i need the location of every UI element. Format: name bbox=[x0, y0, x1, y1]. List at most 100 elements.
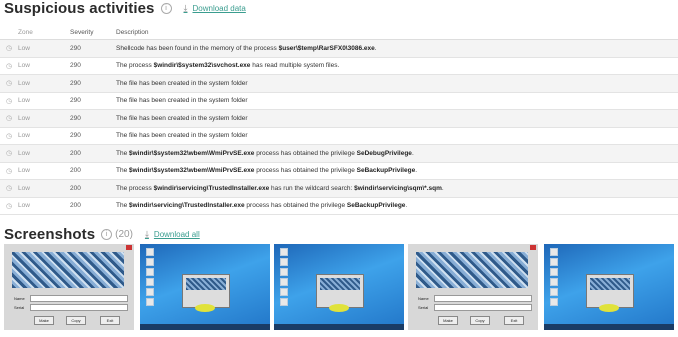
table-row[interactable]: ◷ Low 290 The file has been created in the … bbox=[0, 109, 678, 128]
app-input-field bbox=[30, 295, 128, 302]
row-expand-cell[interactable]: ◷ bbox=[0, 162, 18, 180]
table-row[interactable]: ◷ Low 200 The $windir\$system32\wbem\WmiPrv… bbox=[0, 162, 678, 180]
app-button: Make bbox=[34, 316, 54, 325]
desktop-graphic bbox=[599, 304, 619, 312]
desktop-file-icon bbox=[146, 248, 154, 256]
taskbar bbox=[274, 324, 404, 330]
description-highlight: $windir\$system32\wbem\WmiPrvSE.exe bbox=[129, 149, 255, 157]
zone-cell: Low bbox=[18, 144, 70, 163]
description-text: The process bbox=[116, 62, 154, 70]
clock-icon[interactable]: ◷ bbox=[6, 150, 12, 157]
app-button: Make bbox=[438, 316, 458, 325]
severity-cell: 290 bbox=[70, 127, 116, 145]
table-header-row: Zone Severity Description bbox=[0, 26, 678, 40]
clock-icon[interactable]: ◷ bbox=[6, 63, 12, 70]
clock-icon[interactable]: ◷ bbox=[6, 98, 12, 105]
download-data-link[interactable]: ⤓ Download data bbox=[184, 3, 246, 14]
zone-cell: Low bbox=[18, 74, 70, 93]
app-input-field bbox=[434, 295, 532, 302]
row-expand-cell[interactable]: ◷ bbox=[0, 127, 18, 145]
screenshot-thumbnail[interactable] bbox=[274, 244, 404, 330]
screenshot-thumbnail[interactable]: Name Serial Make Copy Exit bbox=[4, 244, 134, 330]
download-icon: ⤓ bbox=[183, 3, 188, 13]
severity-cell: 290 bbox=[70, 92, 116, 110]
description-highlight: SeBackupPrivilege bbox=[356, 167, 416, 175]
app-input-field bbox=[30, 304, 128, 311]
table-row[interactable]: ◷ Low 200 The $windir\$system32\wbem\WmiPrv… bbox=[0, 144, 678, 163]
app-banner-image bbox=[12, 252, 124, 288]
row-expand-cell[interactable]: ◷ bbox=[0, 144, 18, 163]
desktop-file-icon bbox=[280, 248, 288, 256]
table-row[interactable]: ◷ Low 290 The file has been created in the … bbox=[0, 74, 678, 93]
desktop-file-icon bbox=[146, 258, 154, 266]
description-text: has run the wildcard search: bbox=[269, 184, 355, 192]
table-row[interactable]: ◷ Low 200 The process $windir\servicing\Tru… bbox=[0, 179, 678, 198]
description-cell: The $windir\$system32\wbem\WmiPrvSE.exe … bbox=[116, 144, 678, 163]
description-cell: The process $windir\$system32\svchost.ex… bbox=[116, 57, 678, 75]
severity-cell: 200 bbox=[70, 197, 116, 215]
desktop-file-icon bbox=[146, 288, 154, 296]
description-text: . bbox=[415, 167, 417, 175]
screenshots-gallery: Name Serial Make Copy Exit Name Serial Make Copy… bbox=[0, 244, 678, 330]
description-cell: The file has been created in the system … bbox=[116, 74, 678, 93]
desktop-file-icon bbox=[280, 268, 288, 276]
row-expand-cell[interactable]: ◷ bbox=[0, 39, 18, 58]
severity-cell: 290 bbox=[70, 109, 116, 128]
row-expand-cell[interactable]: ◷ bbox=[0, 197, 18, 215]
row-expand-cell[interactable]: ◷ bbox=[0, 74, 18, 93]
severity-cell: 290 bbox=[70, 39, 116, 58]
zone-cell: Low bbox=[18, 109, 70, 128]
screenshot-thumbnail[interactable]: Name Serial Make Copy Exit bbox=[408, 244, 538, 330]
clock-icon[interactable]: ◷ bbox=[6, 133, 12, 140]
table-row[interactable]: ◷ Low 290 The file has been created in the … bbox=[0, 92, 678, 110]
clock-icon[interactable]: ◷ bbox=[6, 168, 12, 175]
description-cell: The file has been created in the system … bbox=[116, 127, 678, 145]
zone-cell: Low bbox=[18, 92, 70, 110]
clock-icon[interactable]: ◷ bbox=[6, 115, 12, 122]
description-text: has read multiple system files. bbox=[250, 62, 340, 70]
description-text: The process bbox=[116, 184, 154, 192]
description-cell: The file has been created in the system … bbox=[116, 109, 678, 128]
desktop-file-icon bbox=[146, 298, 154, 306]
description-text: process has obtained the privilege bbox=[244, 202, 347, 210]
row-expand-cell[interactable]: ◷ bbox=[0, 109, 18, 128]
clock-icon[interactable]: ◷ bbox=[6, 185, 12, 192]
description-highlight: $windir\servicing\TrustedInstaller.exe bbox=[153, 184, 270, 192]
screenshot-thumbnail[interactable] bbox=[140, 244, 270, 330]
table-row[interactable]: ◷ Low 290 Shellcode has been found in the m… bbox=[0, 39, 678, 58]
desktop-graphic bbox=[195, 304, 215, 312]
clock-icon[interactable]: ◷ bbox=[6, 45, 12, 52]
clock-icon[interactable]: ◷ bbox=[6, 80, 12, 87]
desktop-file-icon bbox=[550, 258, 558, 266]
desktop-file-icon bbox=[550, 248, 558, 256]
download-all-link[interactable]: ⤓ Download all bbox=[145, 229, 200, 240]
app-field-label: Serial bbox=[14, 305, 25, 310]
app-button: Copy bbox=[66, 316, 86, 325]
info-icon[interactable]: i bbox=[101, 229, 113, 240]
clock-icon[interactable]: ◷ bbox=[6, 203, 12, 210]
screenshots-title: Screenshots bbox=[4, 226, 96, 243]
description-text: The bbox=[116, 167, 130, 175]
app-field-label: Name bbox=[418, 296, 429, 301]
row-expand-cell[interactable]: ◷ bbox=[0, 179, 18, 198]
suspicious-activities-header: Suspicious activities i ⤓ Download data bbox=[4, 0, 246, 17]
description-highlight: SeBackupPrivilege bbox=[346, 202, 406, 210]
suspicious-activities-title: Suspicious activities bbox=[4, 0, 155, 17]
description-cell: Shellcode has been found in the memory o… bbox=[116, 39, 678, 58]
app-window bbox=[586, 274, 634, 308]
severity-column-header: Severity bbox=[70, 26, 116, 40]
table-row[interactable]: ◷ Low 200 The $windir\servicing\TrustedInst… bbox=[0, 197, 678, 215]
description-highlight: $windir\servicing\sqm\*.sqm bbox=[354, 184, 442, 192]
close-icon bbox=[530, 245, 536, 250]
description-cell: The file has been created in the system … bbox=[116, 92, 678, 110]
zone-cell: Low bbox=[18, 179, 70, 198]
info-icon[interactable]: i bbox=[160, 3, 172, 14]
table-row[interactable]: ◷ Low 290 The process $windir\$system32\svc… bbox=[0, 57, 678, 75]
download-all-label: Download all bbox=[153, 230, 200, 239]
row-expand-cell[interactable]: ◷ bbox=[0, 57, 18, 75]
row-expand-cell[interactable]: ◷ bbox=[0, 92, 18, 110]
screenshot-thumbnail[interactable] bbox=[544, 244, 674, 330]
expand-column-header bbox=[0, 26, 18, 40]
table-row[interactable]: ◷ Low 290 The file has been created in the … bbox=[0, 127, 678, 145]
description-cell: The $windir\$system32\wbem\WmiPrvSE.exe … bbox=[116, 162, 678, 180]
